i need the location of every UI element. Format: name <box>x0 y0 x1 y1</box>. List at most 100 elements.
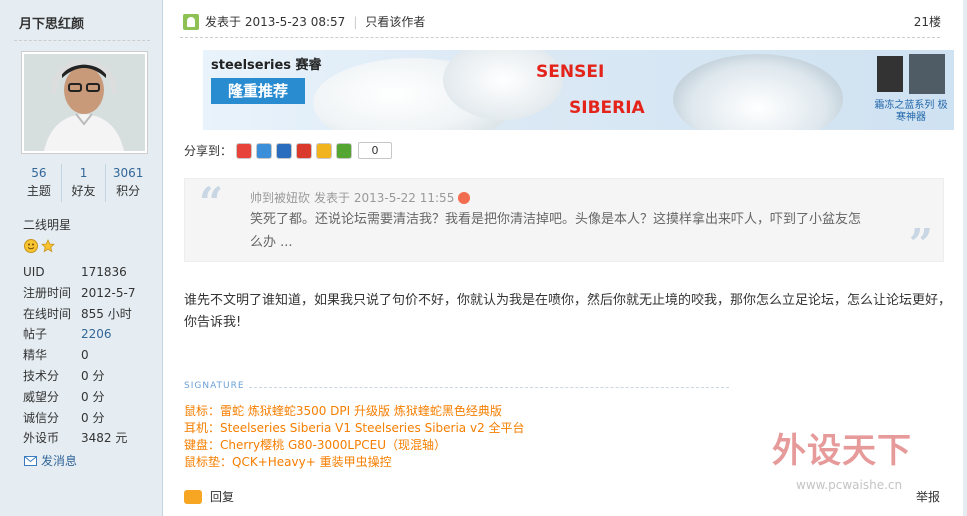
user-online-icon <box>183 13 199 30</box>
info-value: 855 小时 <box>81 306 132 321</box>
smiley-icon <box>24 239 38 253</box>
info-value: 0 <box>81 348 89 363</box>
star-icon <box>41 239 55 253</box>
share-more-icon[interactable] <box>336 142 353 159</box>
banner-promo: 隆重推荐 <box>211 78 305 104</box>
quote-author: 帅到被妞砍 <box>250 191 311 205</box>
signature-label: SIGNATURE <box>184 381 245 391</box>
divider <box>14 40 150 41</box>
quote-time: 发表于 2013-5-22 11:55 <box>314 191 455 205</box>
info-key: 外设币 <box>23 431 60 446</box>
info-key: 在线时间 <box>23 306 72 321</box>
banner-product-1: SENSEI <box>536 62 605 82</box>
info-row: 注册时间 2012-5-7 <box>23 283 153 304</box>
info-key: 注册时间 <box>23 285 72 300</box>
stat-value: 3061 <box>112 166 144 180</box>
info-value: 0 分 <box>81 389 105 404</box>
info-key: UID <box>23 265 45 279</box>
info-row: 技术分 0 分 <box>23 366 153 387</box>
send-message-label: 发消息 <box>41 454 78 468</box>
product-box-icon <box>877 56 903 92</box>
signature-line: 耳机：Steelseries Siberia V1 Steelseries Si… <box>184 421 525 435</box>
post-time: 发表于 2013-5-23 08:57 <box>205 15 346 29</box>
avatar-photo-icon <box>24 54 145 151</box>
only-author-link[interactable]: 只看该作者 <box>365 13 425 30</box>
right-edge <box>963 0 967 516</box>
share-douban-icon[interactable] <box>316 142 333 159</box>
reply-button[interactable]: 回复 <box>184 488 234 505</box>
avatar-image <box>24 54 145 151</box>
info-value: 3482 元 <box>81 431 128 446</box>
quote-text: 笑死了都。还说论坛需要清洁我？我看是把你清洁掉吧。头像是本人？这摸样拿出来吓人，… <box>250 212 862 250</box>
info-row: 帖子 2206 <box>23 324 153 345</box>
info-key: 帖子 <box>23 327 48 342</box>
info-value: 0 分 <box>81 410 105 425</box>
stat-label: 好友 <box>71 184 96 198</box>
stat-label: 积分 <box>116 184 141 198</box>
level-icons <box>24 239 55 253</box>
stat-value: 1 <box>79 166 88 180</box>
user-stats: 56 主题 1 好友 3061 积分 <box>17 164 150 202</box>
envelope-icon <box>24 455 37 466</box>
signature-line: 鼠标垫：QCK+Heavy+ 重装甲虫操控 <box>184 455 392 469</box>
info-row: UID 171836 <box>23 262 153 283</box>
share-qzone-icon[interactable] <box>256 142 273 159</box>
info-row: 精华 0 <box>23 345 153 366</box>
share-weibo-icon[interactable] <box>236 142 253 159</box>
avatar[interactable] <box>21 51 148 154</box>
signature: 鼠标：雷蛇 炼狱蝰蛇3500 DPI 升级版 炼狱蝰蛇黑色经典版 耳机：Stee… <box>184 403 525 471</box>
open-quote-icon: “ <box>199 178 224 227</box>
close-quote-icon: ” <box>908 220 933 269</box>
info-value: 171836 <box>81 265 127 279</box>
reply-label: 回复 <box>210 490 235 504</box>
posts-link[interactable]: 2206 <box>81 324 112 345</box>
info-value: 2012-5-7 <box>81 285 136 300</box>
share-bar: 分享到： 0 <box>184 142 393 159</box>
banner-brand: steelseries 赛睿 <box>211 58 322 73</box>
signature-line: 键盘：Cherry樱桃 G80-3000LPCEU（现混轴） <box>184 438 447 452</box>
share-renren-icon[interactable] <box>276 142 293 159</box>
signature-divider <box>249 387 729 388</box>
info-row: 诚信分 0 分 <box>23 408 153 429</box>
report-link[interactable]: 举报 <box>916 488 940 505</box>
ad-banner[interactable]: steelseries 赛睿 隆重推荐 SENSEI SIBERIA 霜冻之蓝系… <box>203 50 954 130</box>
stat-points[interactable]: 3061 积分 <box>106 164 150 202</box>
info-key: 精华 <box>23 348 48 363</box>
product-box-icon <box>909 54 945 94</box>
info-row: 外设币 3482 元 <box>23 428 153 449</box>
post-body: 谁先不文明了谁知道，如果我只说了句价不好，你就认为我是在喷你，然后你就无止境的咬… <box>184 293 952 330</box>
share-label: 分享到： <box>184 144 233 158</box>
username[interactable]: 月下思红颜 <box>19 13 84 32</box>
info-row: 威望分 0 分 <box>23 387 153 408</box>
floor-number[interactable]: 21楼 <box>914 13 941 30</box>
info-key: 诚信分 <box>23 410 60 425</box>
headset-image <box>673 54 843 130</box>
stat-label: 主题 <box>26 184 51 198</box>
info-key: 技术分 <box>23 368 60 383</box>
stat-friends[interactable]: 1 好友 <box>62 164 107 202</box>
info-key: 威望分 <box>23 389 60 404</box>
send-message-link[interactable]: 发消息 <box>24 452 77 469</box>
banner-product-2: SIBERIA <box>569 98 645 118</box>
separator: | <box>353 14 358 29</box>
header-divider <box>180 37 940 38</box>
share-kaixin-icon[interactable] <box>296 142 313 159</box>
user-sidebar: 月下思红颜 56 主题 1 好友 3061 积分 二线明星 UID 171836… <box>0 0 163 516</box>
quote-meta: 帅到被妞砍 发表于 2013-5-22 11:55 <box>250 189 471 206</box>
watermark-logo: 外设天下 <box>772 431 912 471</box>
stat-threads[interactable]: 56 主题 <box>17 164 62 202</box>
post-main: 发表于 2013-5-23 08:57 | 只看该作者 21楼 steelser… <box>164 0 967 516</box>
info-row: 在线时间 855 小时 <box>23 304 153 325</box>
banner-caption: 霜冻之蓝系列 极寒神器 <box>874 100 948 123</box>
signature-line: 鼠标：雷蛇 炼狱蝰蛇3500 DPI 升级版 炼狱蝰蛇黑色经典版 <box>184 404 502 418</box>
watermark-url: www.pcwaishe.cn <box>796 478 903 492</box>
stat-value: 56 <box>31 166 47 180</box>
banner-product-boxes: 霜冻之蓝系列 极寒神器 <box>871 54 951 126</box>
info-value: 0 分 <box>81 368 105 383</box>
user-group[interactable]: 二线明星 <box>23 216 71 233</box>
quote-block: “ 帅到被妞砍 发表于 2013-5-22 11:55 笑死了都。还说论坛需要清… <box>184 178 944 269</box>
user-info-table: UID 171836 注册时间 2012-5-7 在线时间 855 小时 帖子 2206… <box>23 262 153 449</box>
goto-post-icon[interactable] <box>458 191 471 204</box>
post-header: 发表于 2013-5-23 08:57 | 只看该作者 <box>183 13 425 30</box>
share-count: 0 <box>358 142 393 159</box>
